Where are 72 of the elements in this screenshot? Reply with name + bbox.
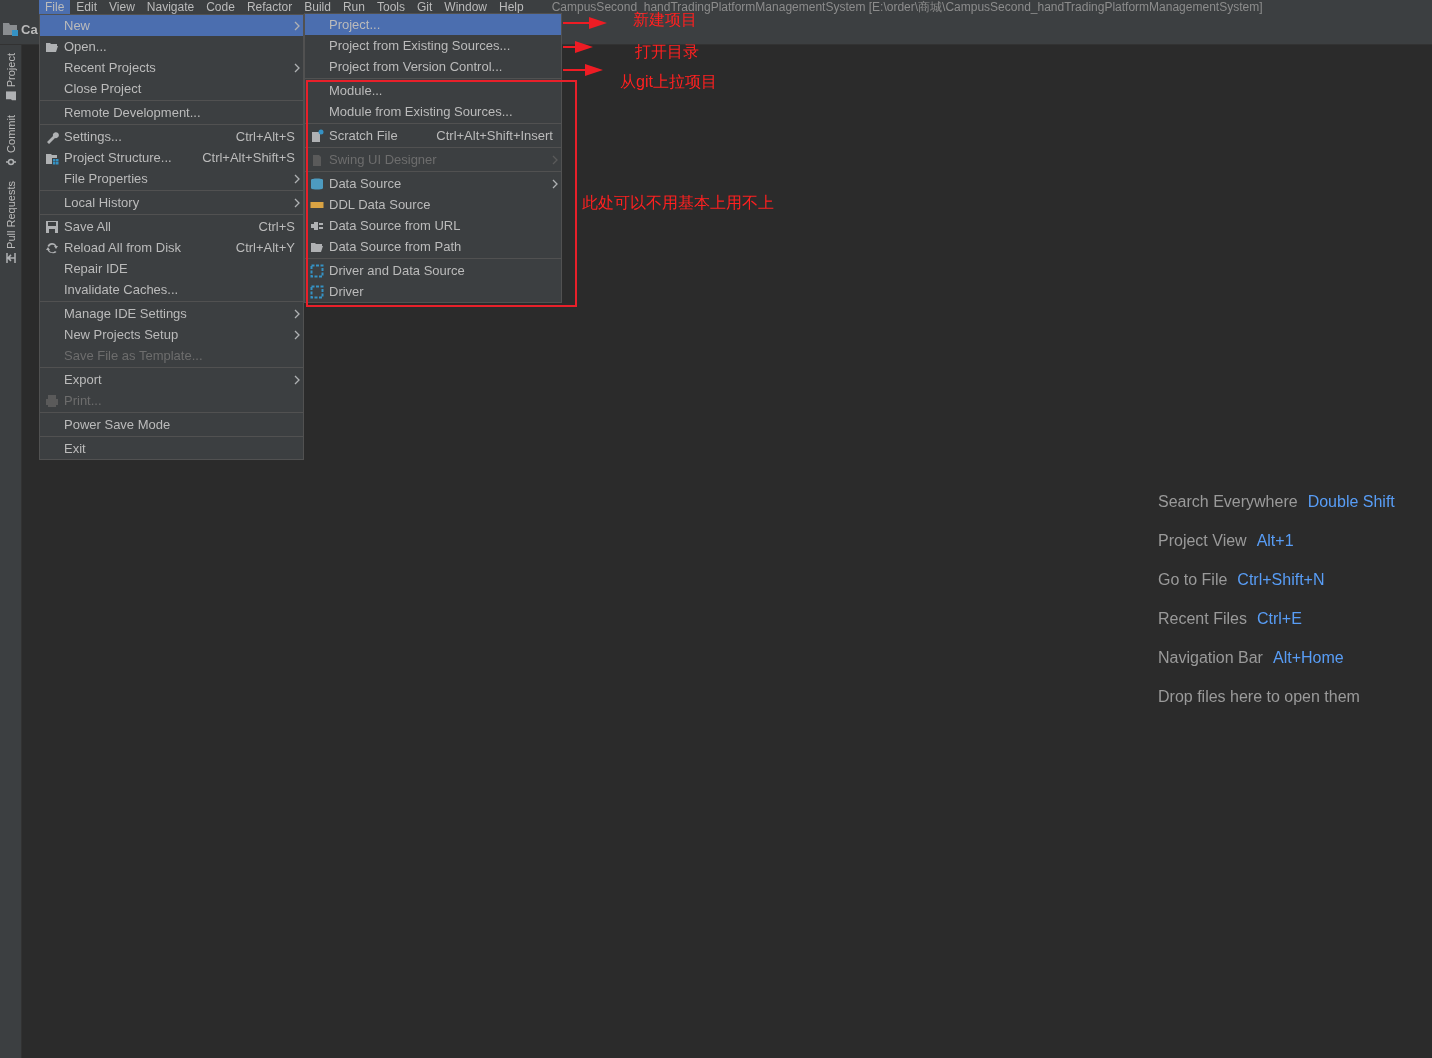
menu-item[interactable]: Repair IDE [40, 258, 303, 279]
menu-item[interactable]: Exit [40, 438, 303, 459]
menu-item[interactable]: Project Structure... Ctrl+Alt+Shift+S [40, 147, 303, 168]
menu-item[interactable]: Export [40, 369, 303, 390]
hint-label: Recent Files [1158, 609, 1247, 629]
wrench-icon [45, 129, 59, 144]
menu-item[interactable]: Close Project [40, 78, 303, 99]
menu-bar-item[interactable]: Edit [70, 0, 104, 14]
menu-item[interactable]: File Properties [40, 168, 303, 189]
menu-bar-item[interactable]: Run [336, 0, 371, 14]
annotation-arrow [563, 63, 603, 77]
tool-window-tab[interactable]: Commit [4, 115, 17, 154]
menu-item[interactable]: Local History [40, 192, 303, 213]
menu-item[interactable]: Module... [305, 80, 561, 101]
menu-item[interactable]: Reload All from Disk Ctrl+Alt+Y [40, 237, 303, 258]
tool-window-tab[interactable]: Project [4, 53, 17, 88]
hint-label: Project View [1158, 531, 1247, 551]
folder-icon [5, 91, 16, 102]
tool-window-tab[interactable]: Pull Requests [4, 181, 17, 249]
annotation-note: 此处可以不用基本上用不上 [582, 193, 774, 213]
hint-label: Search Everywhere [1158, 492, 1298, 512]
menu-item[interactable]: Scratch File Ctrl+Alt+Shift+Insert [305, 125, 561, 146]
hint-label: Go to File [1158, 570, 1228, 590]
menu-item[interactable]: DDL Data Source [305, 194, 561, 215]
menu-item[interactable]: Recent Projects [40, 57, 303, 78]
reload-icon [45, 240, 59, 255]
menu-item[interactable]: Remote Development... [40, 102, 303, 123]
menu-item[interactable]: Manage IDE Settings [40, 303, 303, 324]
form-icon [310, 152, 324, 167]
menu-bar-item[interactable]: Git [410, 0, 439, 14]
annotation-arrow [563, 16, 607, 30]
hint-shortcut: Ctrl+Shift+N [1237, 570, 1325, 590]
menu-bar-item[interactable]: Refactor [240, 0, 299, 14]
menu-item[interactable]: Project from Version Control... [305, 56, 561, 77]
commit-icon [5, 157, 16, 168]
hint-label: Navigation Bar [1158, 648, 1263, 668]
menu-item[interactable]: Driver [305, 281, 561, 302]
menu-item[interactable]: Settings... Ctrl+Alt+S [40, 126, 303, 147]
hint-shortcut: Alt+Home [1272, 648, 1344, 668]
menu-item[interactable]: New Projects Setup [40, 324, 303, 345]
menu-item[interactable]: Power Save Mode [40, 414, 303, 435]
menu-item[interactable]: Driver and Data Source [305, 260, 561, 281]
menu-bar-item[interactable]: Build [298, 0, 337, 14]
hint-shortcut: Double Shift [1307, 492, 1395, 512]
scratch-file-icon [310, 128, 324, 143]
database-icon [310, 176, 324, 191]
menu-bar-item[interactable]: Help [493, 0, 530, 14]
menu-bar-item[interactable]: Navigate [140, 0, 201, 14]
menu-bar-item[interactable]: Tools [370, 0, 411, 14]
pull-request-icon [5, 253, 16, 263]
menu-item[interactable]: Data Source from Path [305, 236, 561, 257]
project-folder-icon [3, 22, 19, 36]
driver-icon [310, 284, 324, 299]
menu-item[interactable]: Data Source from URL [305, 215, 561, 236]
printer-icon [45, 393, 59, 408]
menu-bar-item[interactable]: Code [200, 0, 241, 14]
annotation-arrow [563, 40, 593, 54]
annotation-note: 从git上拉项目 [620, 72, 717, 92]
project-name: Ca [21, 21, 38, 37]
hint-shortcut: Alt+1 [1256, 531, 1294, 551]
menu-item[interactable]: Module from Existing Sources... [305, 101, 561, 122]
menu-item[interactable]: Data Source [305, 173, 561, 194]
menu-bar-item[interactable]: View [103, 0, 141, 14]
annotation-note: 打开目录 [635, 42, 699, 62]
hint-shortcut: Ctrl+E [1256, 609, 1302, 629]
menu-item[interactable]: Open... [40, 36, 303, 57]
menu-item[interactable]: Project from Existing Sources... [305, 35, 561, 56]
hint-label: Drop files here to open them [1158, 687, 1360, 707]
menu-bar-item[interactable]: Window [438, 0, 493, 14]
menu-item[interactable]: Save All Ctrl+S [40, 216, 303, 237]
menu-item[interactable]: Invalidate Caches... [40, 279, 303, 300]
driver-icon [310, 263, 324, 278]
